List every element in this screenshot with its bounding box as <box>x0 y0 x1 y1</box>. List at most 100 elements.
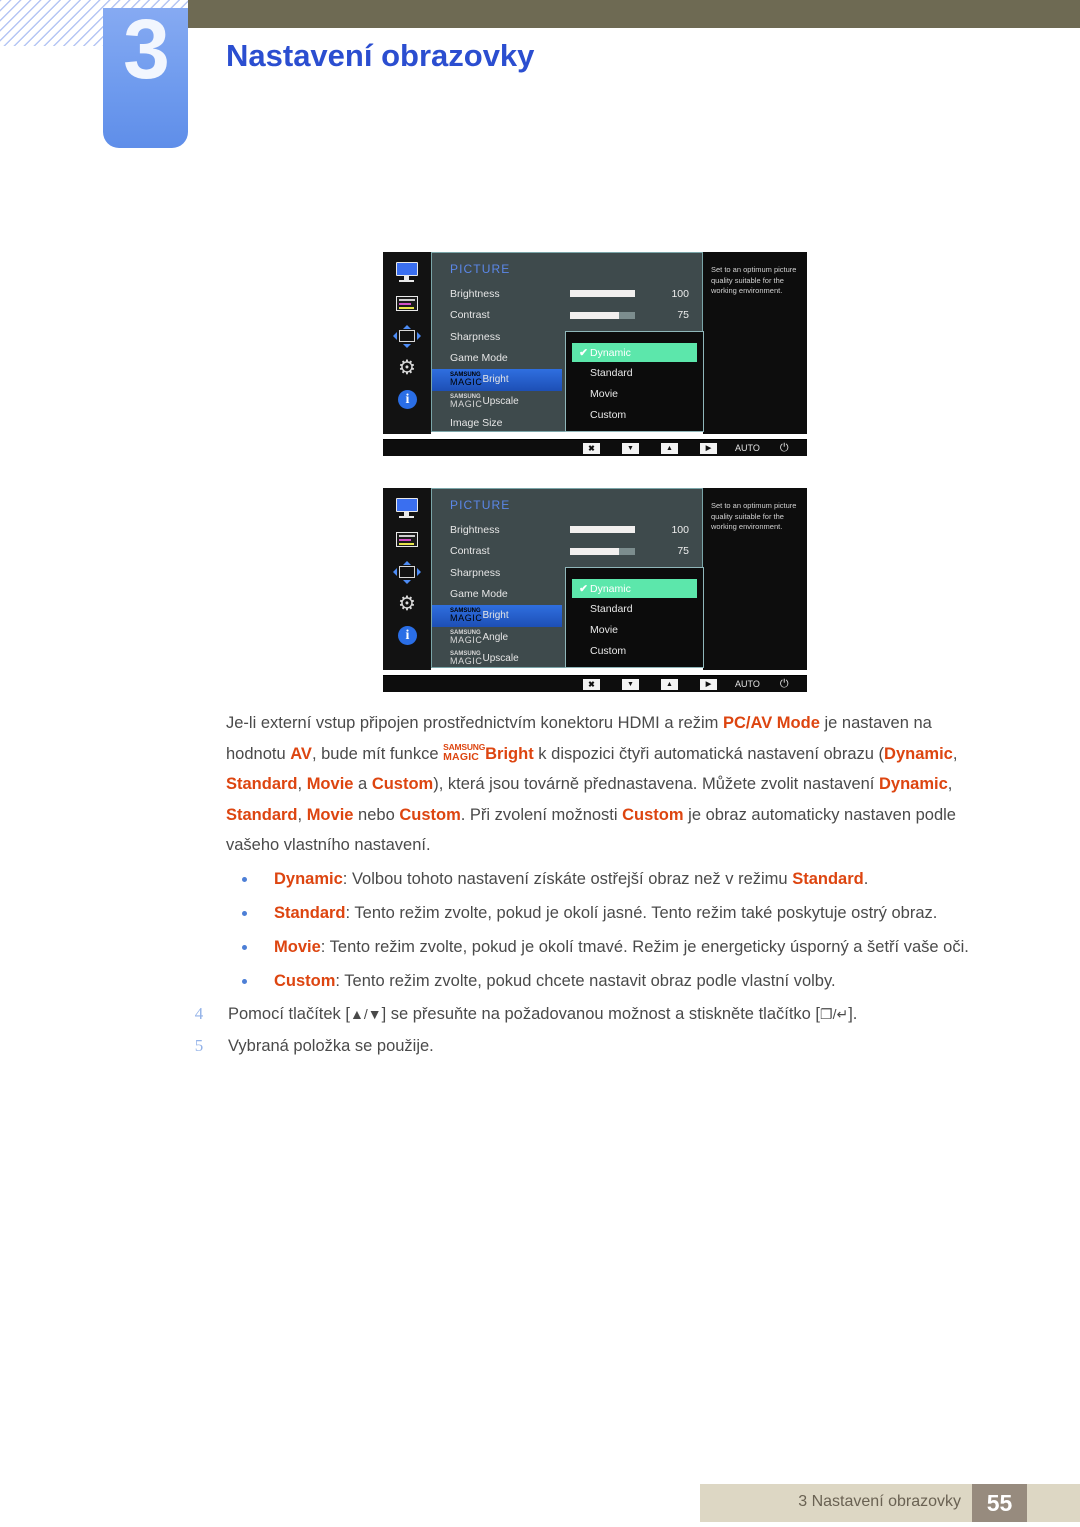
monitor-icon[interactable] <box>394 262 420 283</box>
power-icon[interactable]: ⏻ <box>780 442 789 455</box>
osd-icon-rail: ⚙ i <box>383 252 431 434</box>
menu-row-magicbright[interactable]: SAMSUNG MAGIC Bright <box>432 605 562 627</box>
power-icon[interactable]: ⏻ <box>780 678 789 691</box>
highlight-pcav: PC/AV Mode <box>723 714 820 732</box>
bullet-term: Movie <box>274 938 321 956</box>
enter-button[interactable]: ▶ <box>700 678 717 690</box>
step-text: ] se přesuňte na požadovanou možnost a s… <box>381 1005 821 1023</box>
bullet-text: : Tento režim zvolte, pokud je okolí tma… <box>320 938 969 956</box>
dropdown-option-standard[interactable]: Standard <box>566 598 703 619</box>
auto-button[interactable]: AUTO <box>735 679 760 689</box>
dropdown-option-movie[interactable]: Movie <box>566 383 703 404</box>
dropdown-option-standard[interactable]: Standard <box>566 362 703 383</box>
contrast-value: 75 <box>677 545 689 558</box>
menu-row[interactable]: Brightness 100 <box>432 283 702 305</box>
color-bars-icon[interactable] <box>394 530 420 551</box>
menu-item-label: Game Mode <box>450 352 508 365</box>
dropdown-option-label: Dynamic <box>590 346 631 359</box>
menu-item-label: Image Size <box>450 416 503 429</box>
dropdown-option-dynamic[interactable]: ✔ Dynamic <box>572 579 697 598</box>
menu-row[interactable]: Brightness 100 <box>432 519 702 541</box>
mode-description-list: Dynamic: Volbou tohoto nastavení získáte… <box>238 862 1038 998</box>
gear-icon[interactable]: ⚙ <box>394 358 420 379</box>
down-button[interactable]: ▼ <box>622 442 639 454</box>
paragraph-text: . Při zvolení možnosti <box>460 805 623 824</box>
contrast-slider[interactable] <box>570 547 635 555</box>
header-band <box>188 0 1080 28</box>
menu-row[interactable]: Contrast 75 <box>432 305 702 327</box>
auto-button[interactable]: AUTO <box>735 443 760 453</box>
dropdown-option-custom[interactable]: Custom <box>566 404 703 425</box>
info-icon[interactable]: i <box>394 626 420 647</box>
step-text: ]. <box>848 1005 858 1023</box>
menu-item-label: Bright <box>482 610 509 622</box>
paragraph-text: , bude mít funkce <box>311 744 444 763</box>
up-button[interactable]: ▲ <box>661 678 678 690</box>
step-text: Pomocí tlačítek [ <box>228 1005 350 1023</box>
menu-row[interactable]: Contrast 75 <box>432 541 702 563</box>
check-icon: ✔ <box>579 582 588 595</box>
down-button[interactable]: ▼ <box>622 678 639 690</box>
bullet-text: . <box>863 870 869 888</box>
menu-item-label: Sharpness <box>450 566 501 579</box>
color-bars-icon[interactable] <box>394 294 420 315</box>
contrast-slider[interactable] <box>570 311 635 319</box>
dropdown-option-dynamic[interactable]: ✔ Dynamic <box>572 343 697 362</box>
magicbright-dropdown[interactable]: ✔ Dynamic Standard Movie Custom <box>565 331 704 432</box>
exit-button[interactable]: ✖ <box>583 678 600 690</box>
page-title: Nastavení obrazovky <box>226 38 535 73</box>
paragraph-text: nebo <box>353 805 400 824</box>
paragraph-text: a <box>353 775 372 793</box>
bullet-term: Dynamic <box>274 870 343 888</box>
dropdown-option-movie[interactable]: Movie <box>566 619 703 640</box>
paragraph-text: , <box>297 805 307 824</box>
step-text: Vybraná položka se použije. <box>228 1037 434 1055</box>
magicupscale-prefix: SAMSUNG MAGIC <box>450 651 483 667</box>
contrast-value: 75 <box>677 309 689 322</box>
osd-footer-bar: ✖ ▼ ▲ ▶ AUTO ⏻ <box>383 675 807 692</box>
position-arrows-icon[interactable] <box>393 325 421 348</box>
step-item: 4 Pomocí tlačítek [▲/▼] se přesuňte na po… <box>188 998 1048 1030</box>
brightness-slider[interactable] <box>570 526 635 534</box>
page-number: 55 <box>972 1484 1027 1522</box>
manual-page: 3 Nastavení obrazovky ⚙ i PICTURE Bright… <box>0 0 1080 1527</box>
osd-icon-rail: ⚙ i <box>383 488 431 670</box>
magicupscale-prefix: SAMSUNG MAGIC <box>450 393 483 409</box>
enter-button[interactable]: ▶ <box>700 442 717 454</box>
key-glyph-enter: ❐/↵ <box>820 1006 849 1022</box>
dropdown-option-label: Movie <box>590 623 619 636</box>
osd-main-panel: PICTURE Brightness 100 Contrast 75 Sharp… <box>431 252 704 432</box>
info-icon[interactable]: i <box>394 390 420 411</box>
osd-description-panel: Set to an optimum picture quality suitab… <box>703 488 807 670</box>
osd-footer-bar: ✖ ▼ ▲ ▶ AUTO ⏻ <box>383 439 807 456</box>
dropdown-option-custom[interactable]: Custom <box>566 640 703 661</box>
osd-section-title: PICTURE <box>450 498 511 512</box>
magicangle-prefix: SAMSUNG MAGIC <box>450 629 483 645</box>
up-button[interactable]: ▲ <box>661 442 678 454</box>
magicbright-prefix: SAMSUNG MAGIC <box>450 608 483 624</box>
chapter-number: 3 <box>123 2 170 96</box>
monitor-icon[interactable] <box>394 498 420 519</box>
menu-item-label: Angle <box>482 631 509 643</box>
bullet-text: : Volbou tohoto nastavení získáte ostřej… <box>342 870 793 888</box>
step-number: 4 <box>194 1004 204 1023</box>
paragraph-text: , <box>947 775 953 793</box>
bullet-term: Custom <box>274 972 336 990</box>
magicbright-dropdown[interactable]: ✔ Dynamic Standard Movie Custom <box>565 567 704 668</box>
exit-button[interactable]: ✖ <box>583 442 600 454</box>
paragraph-text: ), která jsou továrně přednastavena. Můž… <box>433 775 879 793</box>
dropdown-option-label: Standard <box>590 366 633 379</box>
dropdown-option-label: Movie <box>590 387 619 400</box>
paragraph-text: , <box>952 744 958 763</box>
menu-row-magicbright[interactable]: SAMSUNG MAGIC Bright <box>432 369 562 391</box>
osd-section-title: PICTURE <box>450 262 511 276</box>
step-number: 5 <box>194 1036 204 1055</box>
paragraph-text: Je-li externí vstup připojen prostřednic… <box>226 714 724 732</box>
magicbright-inline-prefix: SAMSUNG MAGIC <box>443 742 486 763</box>
osd-main-panel: PICTURE Brightness 100 Contrast 75 Sharp… <box>431 488 704 668</box>
position-arrows-icon[interactable] <box>393 561 421 584</box>
highlight-dynamic-2: Dynamic <box>878 775 948 793</box>
gear-icon[interactable]: ⚙ <box>394 594 420 615</box>
brightness-slider[interactable] <box>570 290 635 298</box>
menu-item-label: Brightness <box>450 523 500 536</box>
